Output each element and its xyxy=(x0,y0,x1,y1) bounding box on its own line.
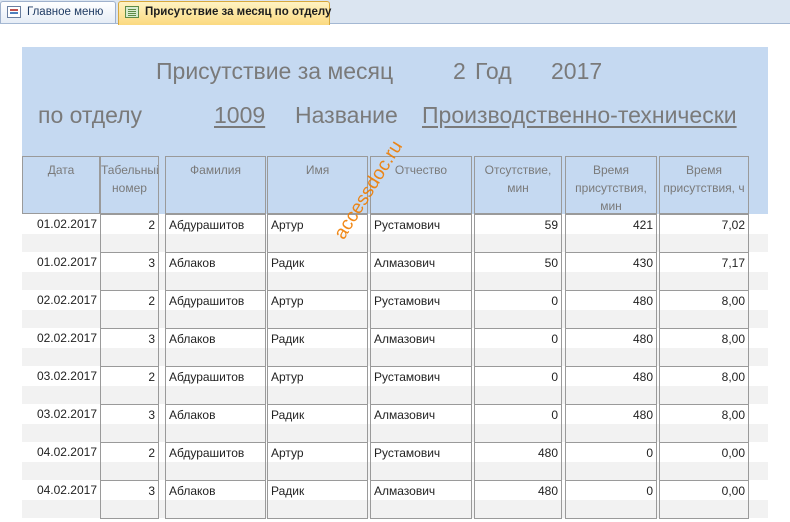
cell-presence-min[interactable]: 0 xyxy=(565,480,657,519)
cell-patronymic[interactable]: Рустамович xyxy=(370,290,472,329)
cell-tab-number[interactable]: 3 xyxy=(100,328,159,367)
cell-tab-number[interactable]: 3 xyxy=(100,252,159,291)
cell-first-name[interactable]: Артур xyxy=(267,442,368,481)
cell-absence-min[interactable]: 0 xyxy=(474,328,562,367)
cell-presence-h[interactable]: 8,00 xyxy=(659,366,749,405)
cell-first-name[interactable]: Радик xyxy=(267,480,368,519)
column-header-presence-h: Время присутствия, ч xyxy=(659,156,749,214)
year-label: Год xyxy=(475,58,512,84)
cell-presence-min[interactable]: 480 xyxy=(565,290,657,329)
cell-tab-number[interactable]: 3 xyxy=(100,480,159,519)
cell-patronymic[interactable]: Алмазович xyxy=(370,480,472,519)
cell-date[interactable]: 04.02.2017 xyxy=(22,442,100,481)
cell-presence-min[interactable]: 421 xyxy=(565,214,657,253)
cell-absence-min[interactable]: 480 xyxy=(474,442,562,481)
cell-patronymic[interactable]: Алмазович xyxy=(370,328,472,367)
cell-date[interactable]: 03.02.2017 xyxy=(22,404,100,443)
name-label: Название xyxy=(295,102,398,128)
cell-tab-number[interactable]: 2 xyxy=(100,442,159,481)
cell-last-name[interactable]: Абдурашитов xyxy=(165,214,266,253)
cell-patronymic[interactable]: Рустамович xyxy=(370,214,472,253)
cell-presence-h[interactable]: 0,00 xyxy=(659,480,749,519)
cell-absence-min[interactable]: 0 xyxy=(474,404,562,443)
cell-last-name[interactable]: Аблаков xyxy=(165,404,266,443)
cell-first-name[interactable]: Радик xyxy=(267,252,368,291)
cell-patronymic[interactable]: Рустамович xyxy=(370,442,472,481)
cell-presence-h[interactable]: 7,02 xyxy=(659,214,749,253)
tab-attendance-report-label: Присутствие за месяц по отделу xyxy=(145,6,332,18)
cell-presence-min[interactable]: 480 xyxy=(565,328,657,367)
cell-last-name[interactable]: Абдурашитов xyxy=(165,290,266,329)
column-header-last-name: Фамилия xyxy=(165,156,266,214)
cell-tab-number[interactable]: 2 xyxy=(100,366,159,405)
cell-tab-number[interactable]: 2 xyxy=(100,214,159,253)
cell-date[interactable]: 01.02.2017 xyxy=(22,214,100,253)
cell-absence-min[interactable]: 59 xyxy=(474,214,562,253)
form-icon xyxy=(7,6,21,18)
cell-date[interactable]: 02.02.2017 xyxy=(22,290,100,329)
dept-name-value: Производственно-технически xyxy=(422,102,737,128)
column-header-absence-min: Отсутствие, мин xyxy=(474,156,562,214)
cell-patronymic[interactable]: Алмазович xyxy=(370,252,472,291)
cell-presence-min[interactable]: 480 xyxy=(565,366,657,405)
column-header-tab-number: Табельный номер xyxy=(100,156,159,214)
cell-presence-h[interactable]: 7,17 xyxy=(659,252,749,291)
cell-last-name[interactable]: Аблаков xyxy=(165,328,266,367)
cell-absence-min[interactable]: 0 xyxy=(474,366,562,405)
cell-absence-min[interactable]: 50 xyxy=(474,252,562,291)
cell-last-name[interactable]: Аблаков xyxy=(165,252,266,291)
dept-label: по отделу xyxy=(38,102,143,128)
month-value: 2 xyxy=(453,58,466,84)
cell-date[interactable]: 02.02.2017 xyxy=(22,328,100,367)
cell-last-name[interactable]: Аблаков xyxy=(165,480,266,519)
cell-presence-h[interactable]: 8,00 xyxy=(659,290,749,329)
column-header-date: Дата xyxy=(22,156,100,214)
document-tab-bar: Главное меню Присутствие за месяц по отд… xyxy=(0,0,790,25)
cell-first-name[interactable]: Радик xyxy=(267,328,368,367)
cell-last-name[interactable]: Абдурашитов xyxy=(165,442,266,481)
cell-presence-h[interactable]: 0,00 xyxy=(659,442,749,481)
report-icon xyxy=(125,6,139,18)
cell-presence-h[interactable]: 8,00 xyxy=(659,404,749,443)
cell-presence-min[interactable]: 430 xyxy=(565,252,657,291)
tab-main-menu[interactable]: Главное меню xyxy=(0,1,116,23)
report-title: Присутствие за месяц xyxy=(156,58,394,84)
cell-patronymic[interactable]: Алмазович xyxy=(370,404,472,443)
column-header-presence-min: Время присутствия, мин xyxy=(565,156,657,214)
cell-first-name[interactable]: Радик xyxy=(267,404,368,443)
cell-last-name[interactable]: Абдурашитов xyxy=(165,366,266,405)
cell-patronymic[interactable]: Рустамович xyxy=(370,366,472,405)
cell-presence-min[interactable]: 0 xyxy=(565,442,657,481)
cell-date[interactable]: 04.02.2017 xyxy=(22,480,100,519)
cell-date[interactable]: 01.02.2017 xyxy=(22,252,100,291)
tab-main-menu-label: Главное меню xyxy=(27,6,104,18)
cell-date[interactable]: 03.02.2017 xyxy=(22,366,100,405)
dept-value: 1009 xyxy=(214,102,266,128)
year-value: 2017 xyxy=(551,58,603,84)
cell-absence-min[interactable]: 480 xyxy=(474,480,562,519)
cell-absence-min[interactable]: 0 xyxy=(474,290,562,329)
cell-first-name[interactable]: Артур xyxy=(267,290,368,329)
cell-presence-h[interactable]: 8,00 xyxy=(659,328,749,367)
cell-tab-number[interactable]: 2 xyxy=(100,290,159,329)
cell-first-name[interactable]: Артур xyxy=(267,366,368,405)
cell-tab-number[interactable]: 3 xyxy=(100,404,159,443)
cell-presence-min[interactable]: 480 xyxy=(565,404,657,443)
tab-attendance-report[interactable]: Присутствие за месяц по отделу xyxy=(118,1,332,25)
